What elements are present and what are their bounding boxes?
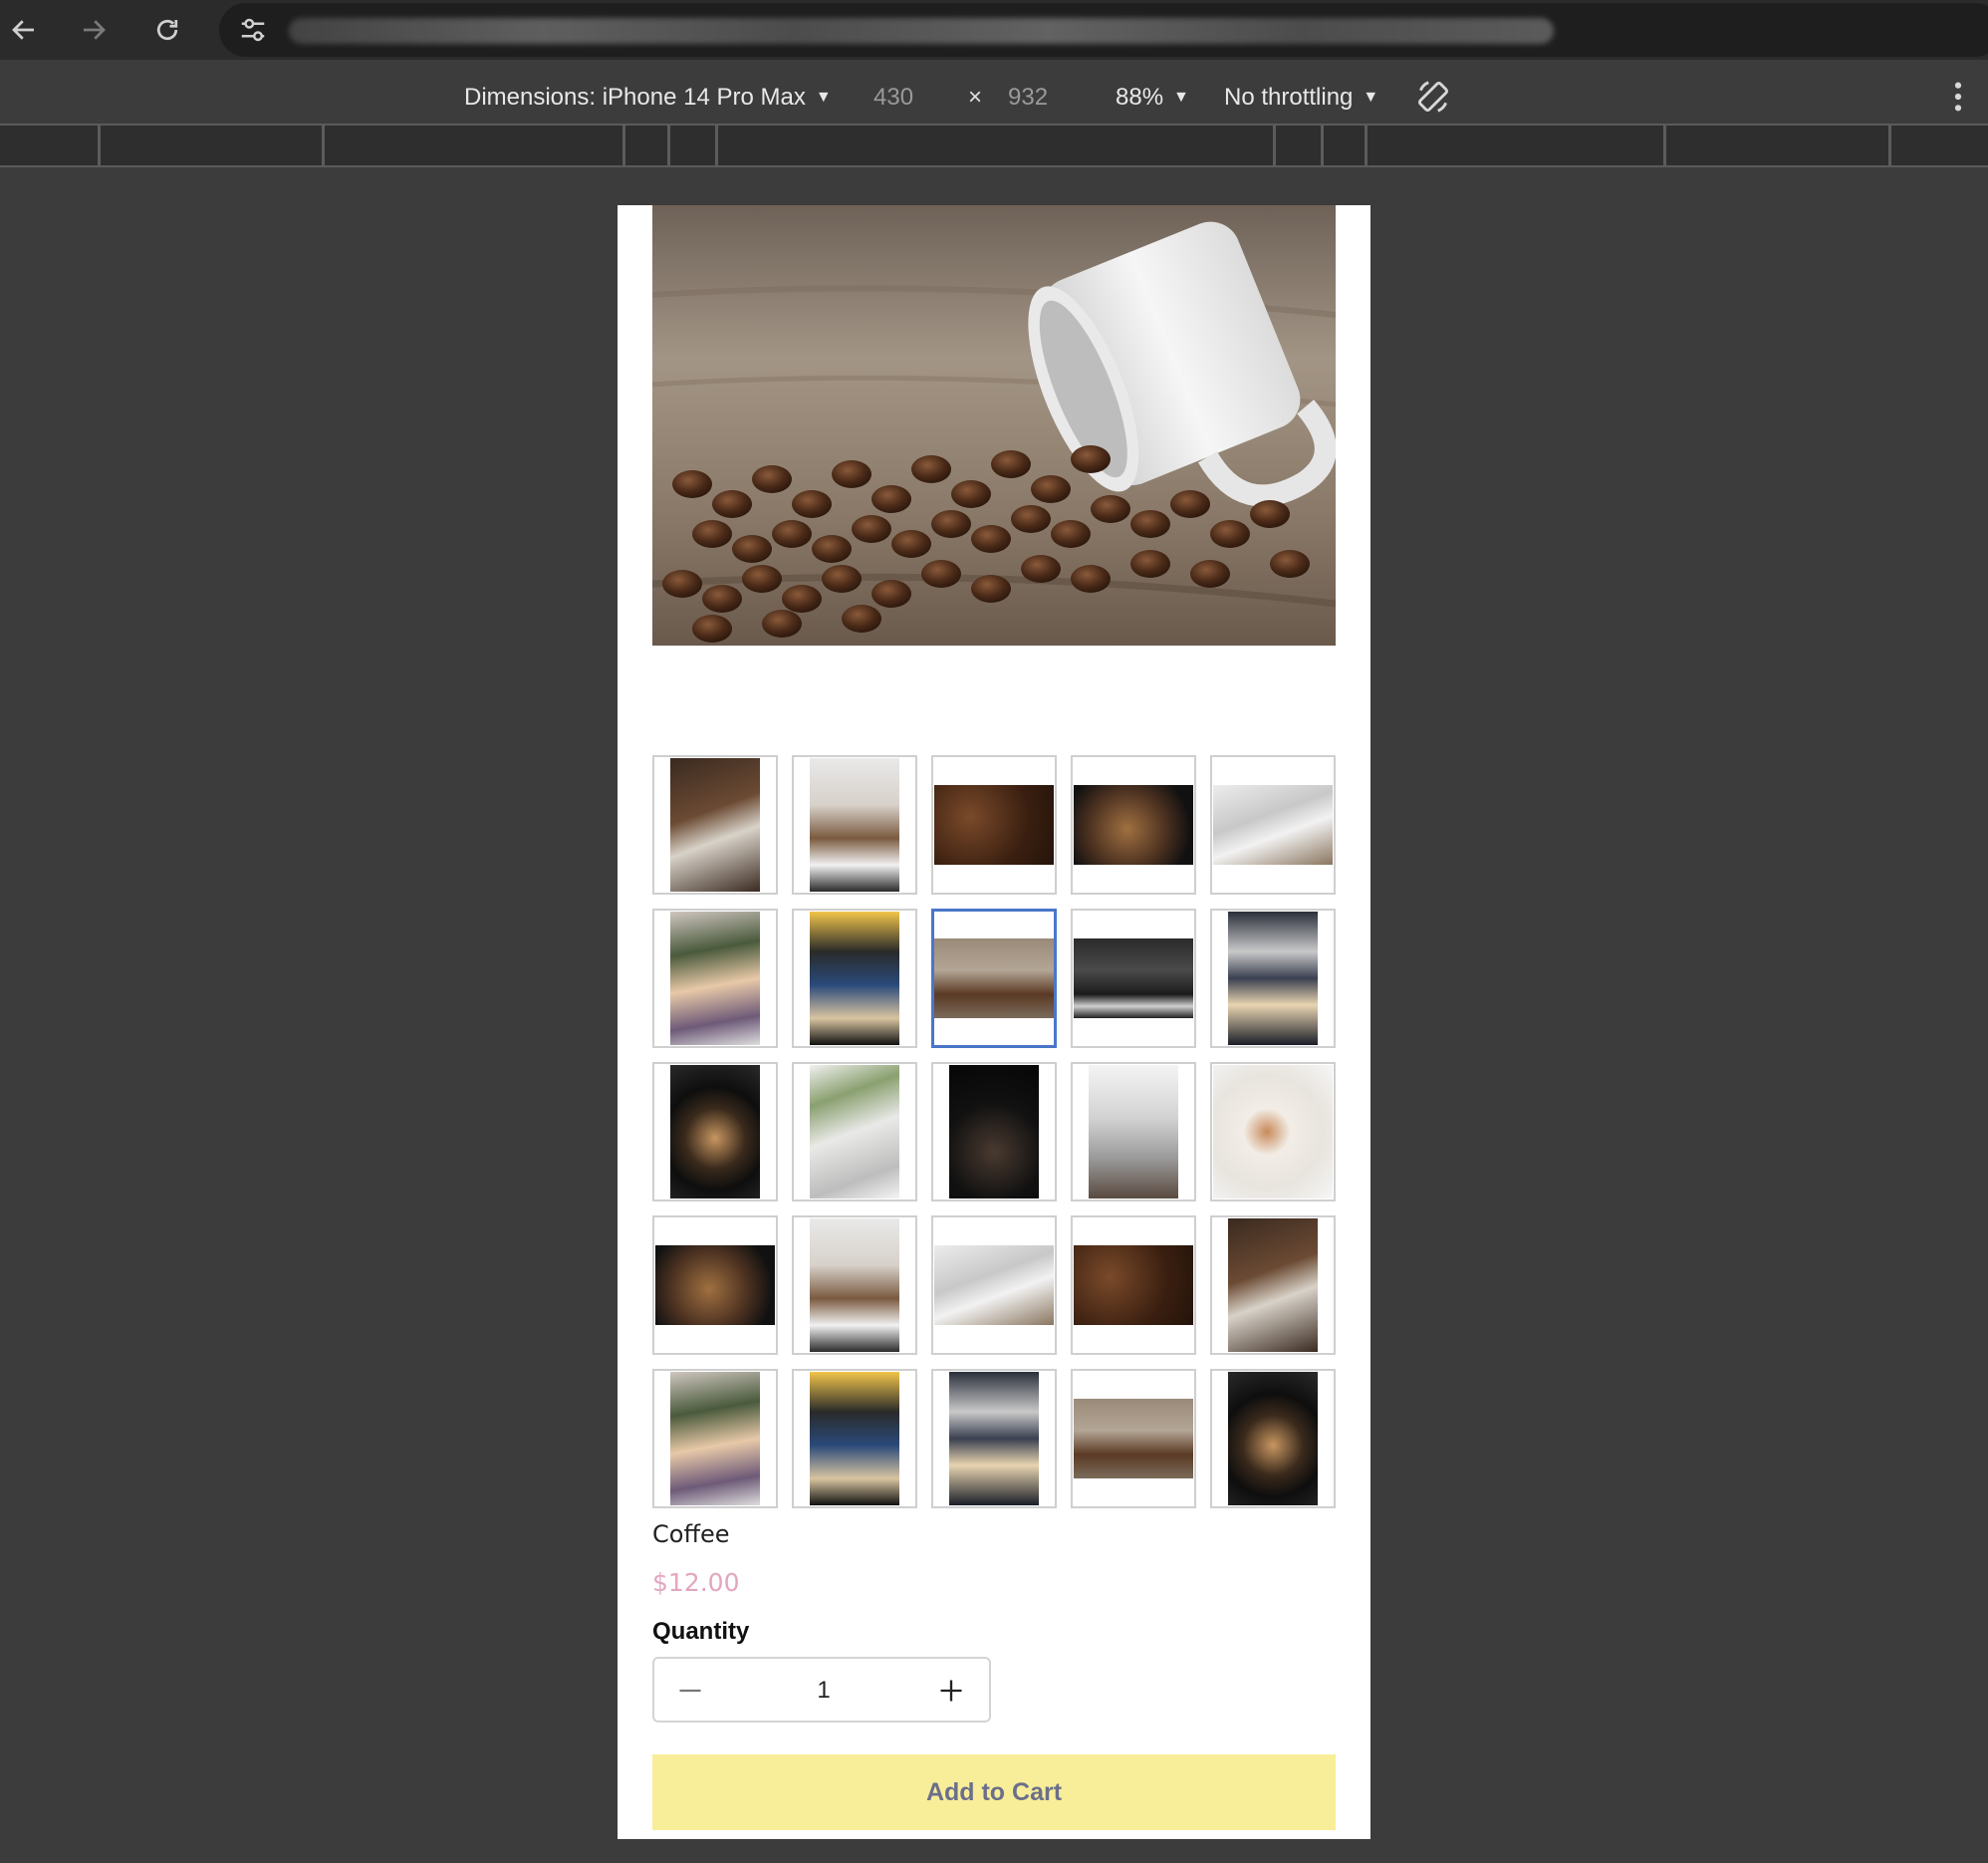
laptop-coffee-image xyxy=(1213,785,1333,865)
spilled-cup-beans-image xyxy=(934,938,1054,1018)
gallery-thumbnail[interactable] xyxy=(1071,1215,1196,1355)
roaster-beans-image xyxy=(655,1245,775,1325)
gallery-thumbnail[interactable] xyxy=(1210,755,1336,895)
gallery-thumbnail[interactable] xyxy=(1210,1062,1336,1201)
media-query-ruler[interactable] xyxy=(0,124,1988,167)
pour-over-blue-cup-image xyxy=(810,912,899,1045)
gallery-thumbnail[interactable] xyxy=(1210,1369,1336,1508)
gallery-thumbnail[interactable] xyxy=(652,909,778,1048)
site-settings-icon[interactable] xyxy=(231,8,275,52)
gallery-thumbnail[interactable] xyxy=(652,1215,778,1355)
gallery-thumbnail[interactable] xyxy=(792,1215,917,1355)
minus-icon[interactable] xyxy=(668,1669,712,1713)
coffee-beans-image xyxy=(934,785,1054,865)
zoom-label: 88% xyxy=(1116,84,1164,111)
caret-down-icon: ▼ xyxy=(1173,89,1189,106)
thumbnail-gallery xyxy=(652,755,1336,1508)
gallery-thumbnail[interactable] xyxy=(931,1215,1057,1355)
gallery-thumbnail[interactable] xyxy=(931,909,1057,1048)
throttle-select[interactable]: No throttling ▼ xyxy=(1224,84,1378,112)
throttle-label: No throttling xyxy=(1224,84,1354,111)
black-cup-latte-image xyxy=(670,1065,760,1198)
roaster-beans-image xyxy=(1074,785,1193,865)
product-title: Coffee xyxy=(652,1520,730,1548)
lavender-latte-image xyxy=(670,912,760,1045)
device-toolbar: Dimensions: iPhone 14 Pro Max ▼ 430 × 932… xyxy=(0,70,1988,125)
heart-latte-image xyxy=(1213,1065,1333,1198)
rotate-icon[interactable] xyxy=(1414,78,1452,123)
coffee-scale-image xyxy=(1228,1218,1318,1352)
browser-toolbar xyxy=(0,0,1988,60)
gallery-thumbnail[interactable] xyxy=(792,909,917,1048)
iced-coffee-pour-image xyxy=(810,1218,899,1352)
gallery-thumbnail[interactable] xyxy=(1210,1215,1336,1355)
gallery-thumbnail[interactable] xyxy=(1071,1369,1196,1508)
pour-over-blue-cup-image xyxy=(810,1372,899,1505)
gallery-thumbnail[interactable] xyxy=(1210,909,1336,1048)
gallery-thumbnail[interactable] xyxy=(792,1062,917,1201)
quantity-stepper: 1 xyxy=(652,1657,991,1723)
black-cup-latte-image xyxy=(1228,1372,1318,1505)
device-viewport: Coffee $12.00 Quantity 1 Add to Cart xyxy=(618,205,1370,1839)
device-label: Dimensions: iPhone 14 Pro Max xyxy=(464,84,806,111)
gallery-thumbnail[interactable] xyxy=(792,755,917,895)
spilled-cup-beans-image xyxy=(1074,1399,1193,1478)
add-to-cart-button[interactable]: Add to Cart xyxy=(652,1754,1336,1830)
more-options-icon[interactable] xyxy=(1952,80,1964,121)
coffee-beans-image xyxy=(1074,1245,1193,1325)
gallery-thumbnail[interactable] xyxy=(931,1062,1057,1201)
espresso-machine-image xyxy=(1074,938,1193,1018)
gallery-thumbnail[interactable] xyxy=(1071,909,1196,1048)
gallery-thumbnail[interactable] xyxy=(652,1062,778,1201)
plus-icon[interactable] xyxy=(929,1669,973,1713)
foggy-city-coffee-image xyxy=(1089,1065,1178,1198)
forward-arrow-icon[interactable] xyxy=(72,8,116,52)
latte-art-pour-image xyxy=(1228,912,1318,1045)
caret-down-icon: ▼ xyxy=(1363,89,1379,106)
height-input[interactable]: 932 xyxy=(1008,84,1048,112)
width-input[interactable]: 430 xyxy=(873,84,913,112)
latte-art-pour-image xyxy=(949,1372,1039,1505)
address-bar[interactable] xyxy=(219,3,1988,57)
device-select[interactable]: Dimensions: iPhone 14 Pro Max ▼ xyxy=(464,84,832,112)
gallery-thumbnail[interactable] xyxy=(792,1369,917,1508)
plant-desk-coffee-image xyxy=(810,1065,899,1198)
lavender-latte-image xyxy=(670,1372,760,1505)
quantity-value[interactable]: 1 xyxy=(774,1677,873,1705)
times-icon: × xyxy=(968,84,983,111)
url-text-blurred xyxy=(289,18,1554,44)
gallery-thumbnail[interactable] xyxy=(1071,755,1196,895)
gallery-thumbnail[interactable] xyxy=(931,1369,1057,1508)
caret-down-icon: ▼ xyxy=(815,89,832,106)
back-arrow-icon[interactable] xyxy=(2,8,46,52)
product-main-image xyxy=(652,205,1336,646)
quantity-label: Quantity xyxy=(652,1618,750,1645)
laptop-coffee-image xyxy=(934,1245,1054,1325)
zoom-select[interactable]: 88% ▼ xyxy=(1116,84,1189,112)
gallery-thumbnail[interactable] xyxy=(652,755,778,895)
reload-icon[interactable] xyxy=(145,8,189,52)
coffee-scale-image xyxy=(670,758,760,892)
gallery-thumbnail[interactable] xyxy=(1071,1062,1196,1201)
iced-coffee-pour-image xyxy=(810,758,899,892)
dark-espresso-drip-image xyxy=(949,1065,1039,1198)
product-price: $12.00 xyxy=(652,1568,740,1597)
gallery-thumbnail[interactable] xyxy=(931,755,1057,895)
gallery-thumbnail[interactable] xyxy=(652,1369,778,1508)
